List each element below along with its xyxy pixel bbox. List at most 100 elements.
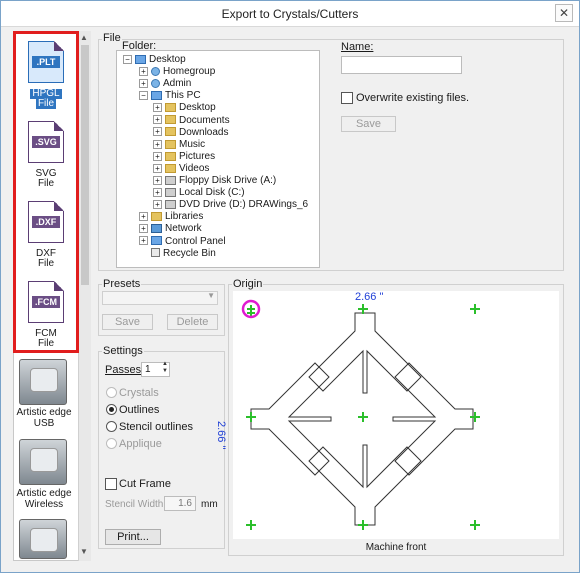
cutter-device-icon[interactable] — [19, 519, 67, 559]
drive-icon — [165, 200, 176, 210]
tree-item[interactable]: Recycle Bin — [139, 248, 216, 260]
expand-icon[interactable]: + — [139, 236, 148, 246]
tree-item[interactable]: + Local Disk (C:) — [153, 187, 245, 199]
tree-item-label: Desktop — [149, 54, 186, 65]
origin-marker-icon — [470, 412, 480, 422]
tree-item[interactable]: + Downloads — [153, 127, 228, 139]
folder-icon — [165, 115, 176, 125]
cutter-device-icon[interactable] — [19, 359, 67, 405]
expand-icon[interactable]: + — [139, 79, 148, 89]
net-icon — [151, 224, 162, 234]
expand-icon[interactable]: + — [153, 187, 162, 197]
drive-icon — [165, 187, 176, 197]
stencil-width-input[interactable]: 1.6 — [164, 496, 196, 511]
folder-icon — [165, 139, 176, 149]
folder-tree[interactable]: − Desktop + Homegroup + Admin − This PC + Desktop… — [116, 50, 320, 268]
tree-item-label: Admin — [163, 78, 192, 90]
highlight-frame — [13, 31, 79, 353]
expand-icon[interactable]: + — [139, 224, 148, 234]
outlines-radio[interactable] — [106, 404, 117, 415]
expand-icon[interactable]: + — [153, 175, 162, 185]
tree-item[interactable]: + Pictures — [153, 151, 215, 163]
presets-title: Presets — [102, 278, 142, 290]
height-dimension: 2.66 " — [215, 421, 227, 450]
drive-icon — [165, 175, 176, 185]
scrollbar-thumb[interactable] — [81, 45, 89, 285]
tree-item[interactable]: − This PC — [139, 90, 201, 102]
tree-item[interactable]: + Floppy Disk Drive (A:) — [153, 175, 276, 187]
scroll-up-icon[interactable]: ▲ — [80, 33, 88, 42]
expand-icon[interactable]: + — [153, 103, 162, 113]
tree-item-label: Recycle Bin — [163, 247, 216, 259]
expand-icon[interactable]: + — [153, 127, 162, 137]
expand-icon[interactable]: + — [153, 115, 162, 125]
close-button[interactable]: ✕ — [555, 4, 573, 22]
tree-item-label: Local Disk (C:) — [179, 187, 245, 199]
cut-frame-checkbox[interactable] — [105, 478, 117, 490]
origin-markers[interactable] — [246, 304, 480, 530]
settings-group — [98, 351, 225, 549]
file-group-title: File — [102, 32, 122, 44]
tree-item[interactable]: + Libraries — [139, 211, 203, 223]
user-icon — [151, 79, 160, 89]
tree-item[interactable]: + Homegroup — [139, 66, 215, 78]
tree-item-label: Documents — [179, 114, 230, 126]
preset-save-button[interactable]: Save — [102, 314, 153, 330]
machine-front-label: Machine front — [365, 542, 427, 553]
expand-icon[interactable]: + — [139, 212, 148, 222]
save-button[interactable]: Save — [341, 116, 396, 132]
cutter-device-icon[interactable] — [19, 439, 67, 485]
print-button[interactable]: Print... — [105, 529, 161, 545]
presets-dropdown[interactable]: ▼ — [102, 291, 218, 305]
expand-icon[interactable]: + — [153, 151, 162, 161]
tree-item[interactable]: + DVD Drive (D:) DRAWings_6 — [153, 199, 308, 211]
tree-item-label: Downloads — [179, 126, 229, 138]
expand-icon[interactable]: + — [139, 66, 148, 76]
tree-item[interactable]: + Desktop — [153, 102, 216, 114]
tree-item-label: Music — [179, 138, 206, 150]
title-bar: Export to Crystals/Cutters ✕ — [1, 1, 579, 27]
crystals-radio[interactable] — [106, 387, 117, 398]
folder-icon — [165, 163, 176, 173]
tree-item[interactable]: + Videos — [153, 163, 209, 175]
applique-radio[interactable] — [106, 438, 117, 449]
device-item-wireless[interactable]: Artistic edge Wireless — [13, 488, 75, 510]
expand-icon[interactable]: + — [153, 139, 162, 149]
export-dialog: Export to Crystals/Cutters ✕ ▲ ▼ .PLT HP… — [0, 0, 580, 573]
name-input[interactable] — [341, 56, 462, 74]
tree-item[interactable]: + Network — [139, 223, 202, 235]
tree-item-label: This PC — [165, 90, 201, 102]
folder-icon — [151, 212, 162, 222]
origin-marker-icon — [246, 520, 256, 530]
scroll-down-icon[interactable]: ▼ — [80, 547, 88, 556]
tree-item[interactable]: + Control Panel — [139, 236, 226, 248]
tree-item[interactable]: + Music — [153, 139, 205, 151]
origin-marker-icon — [246, 412, 256, 422]
pc-icon — [151, 91, 162, 101]
tree-item[interactable]: + Documents — [153, 115, 230, 127]
collapse-icon[interactable]: − — [139, 91, 148, 101]
preset-delete-button[interactable]: Delete — [167, 314, 218, 330]
stepper-arrows-icon[interactable]: ▲ ▼ — [162, 361, 168, 375]
pc-icon — [135, 54, 146, 64]
origin-marker-icon — [358, 520, 368, 530]
chevron-down-icon: ▼ — [207, 291, 215, 300]
folder-icon — [165, 127, 176, 137]
collapse-icon[interactable]: − — [123, 54, 132, 64]
user-icon — [151, 66, 160, 76]
tree-item-label: Network — [165, 223, 202, 235]
tree-item[interactable]: + Admin — [139, 78, 191, 90]
stencil-outlines-label: Stencil outlines — [119, 421, 193, 433]
overwrite-checkbox[interactable] — [341, 92, 353, 104]
stencil-outlines-radio[interactable] — [106, 421, 117, 432]
device-item-usb[interactable]: Artistic edge USB — [13, 407, 75, 429]
outlines-label: Outlines — [119, 404, 160, 416]
passes-stepper[interactable]: 1 ▲ ▼ — [141, 361, 170, 377]
format-list-scrollbar[interactable]: ▲ ▼ — [78, 31, 91, 561]
expand-icon[interactable]: + — [153, 200, 162, 210]
expand-icon[interactable]: + — [153, 163, 162, 173]
origin-marker-icon — [470, 520, 480, 530]
tree-item[interactable]: − Desktop — [123, 54, 186, 66]
origin-preview[interactable]: 2.66 " 2.66 " — [215, 291, 559, 539]
pc-icon — [151, 236, 162, 246]
